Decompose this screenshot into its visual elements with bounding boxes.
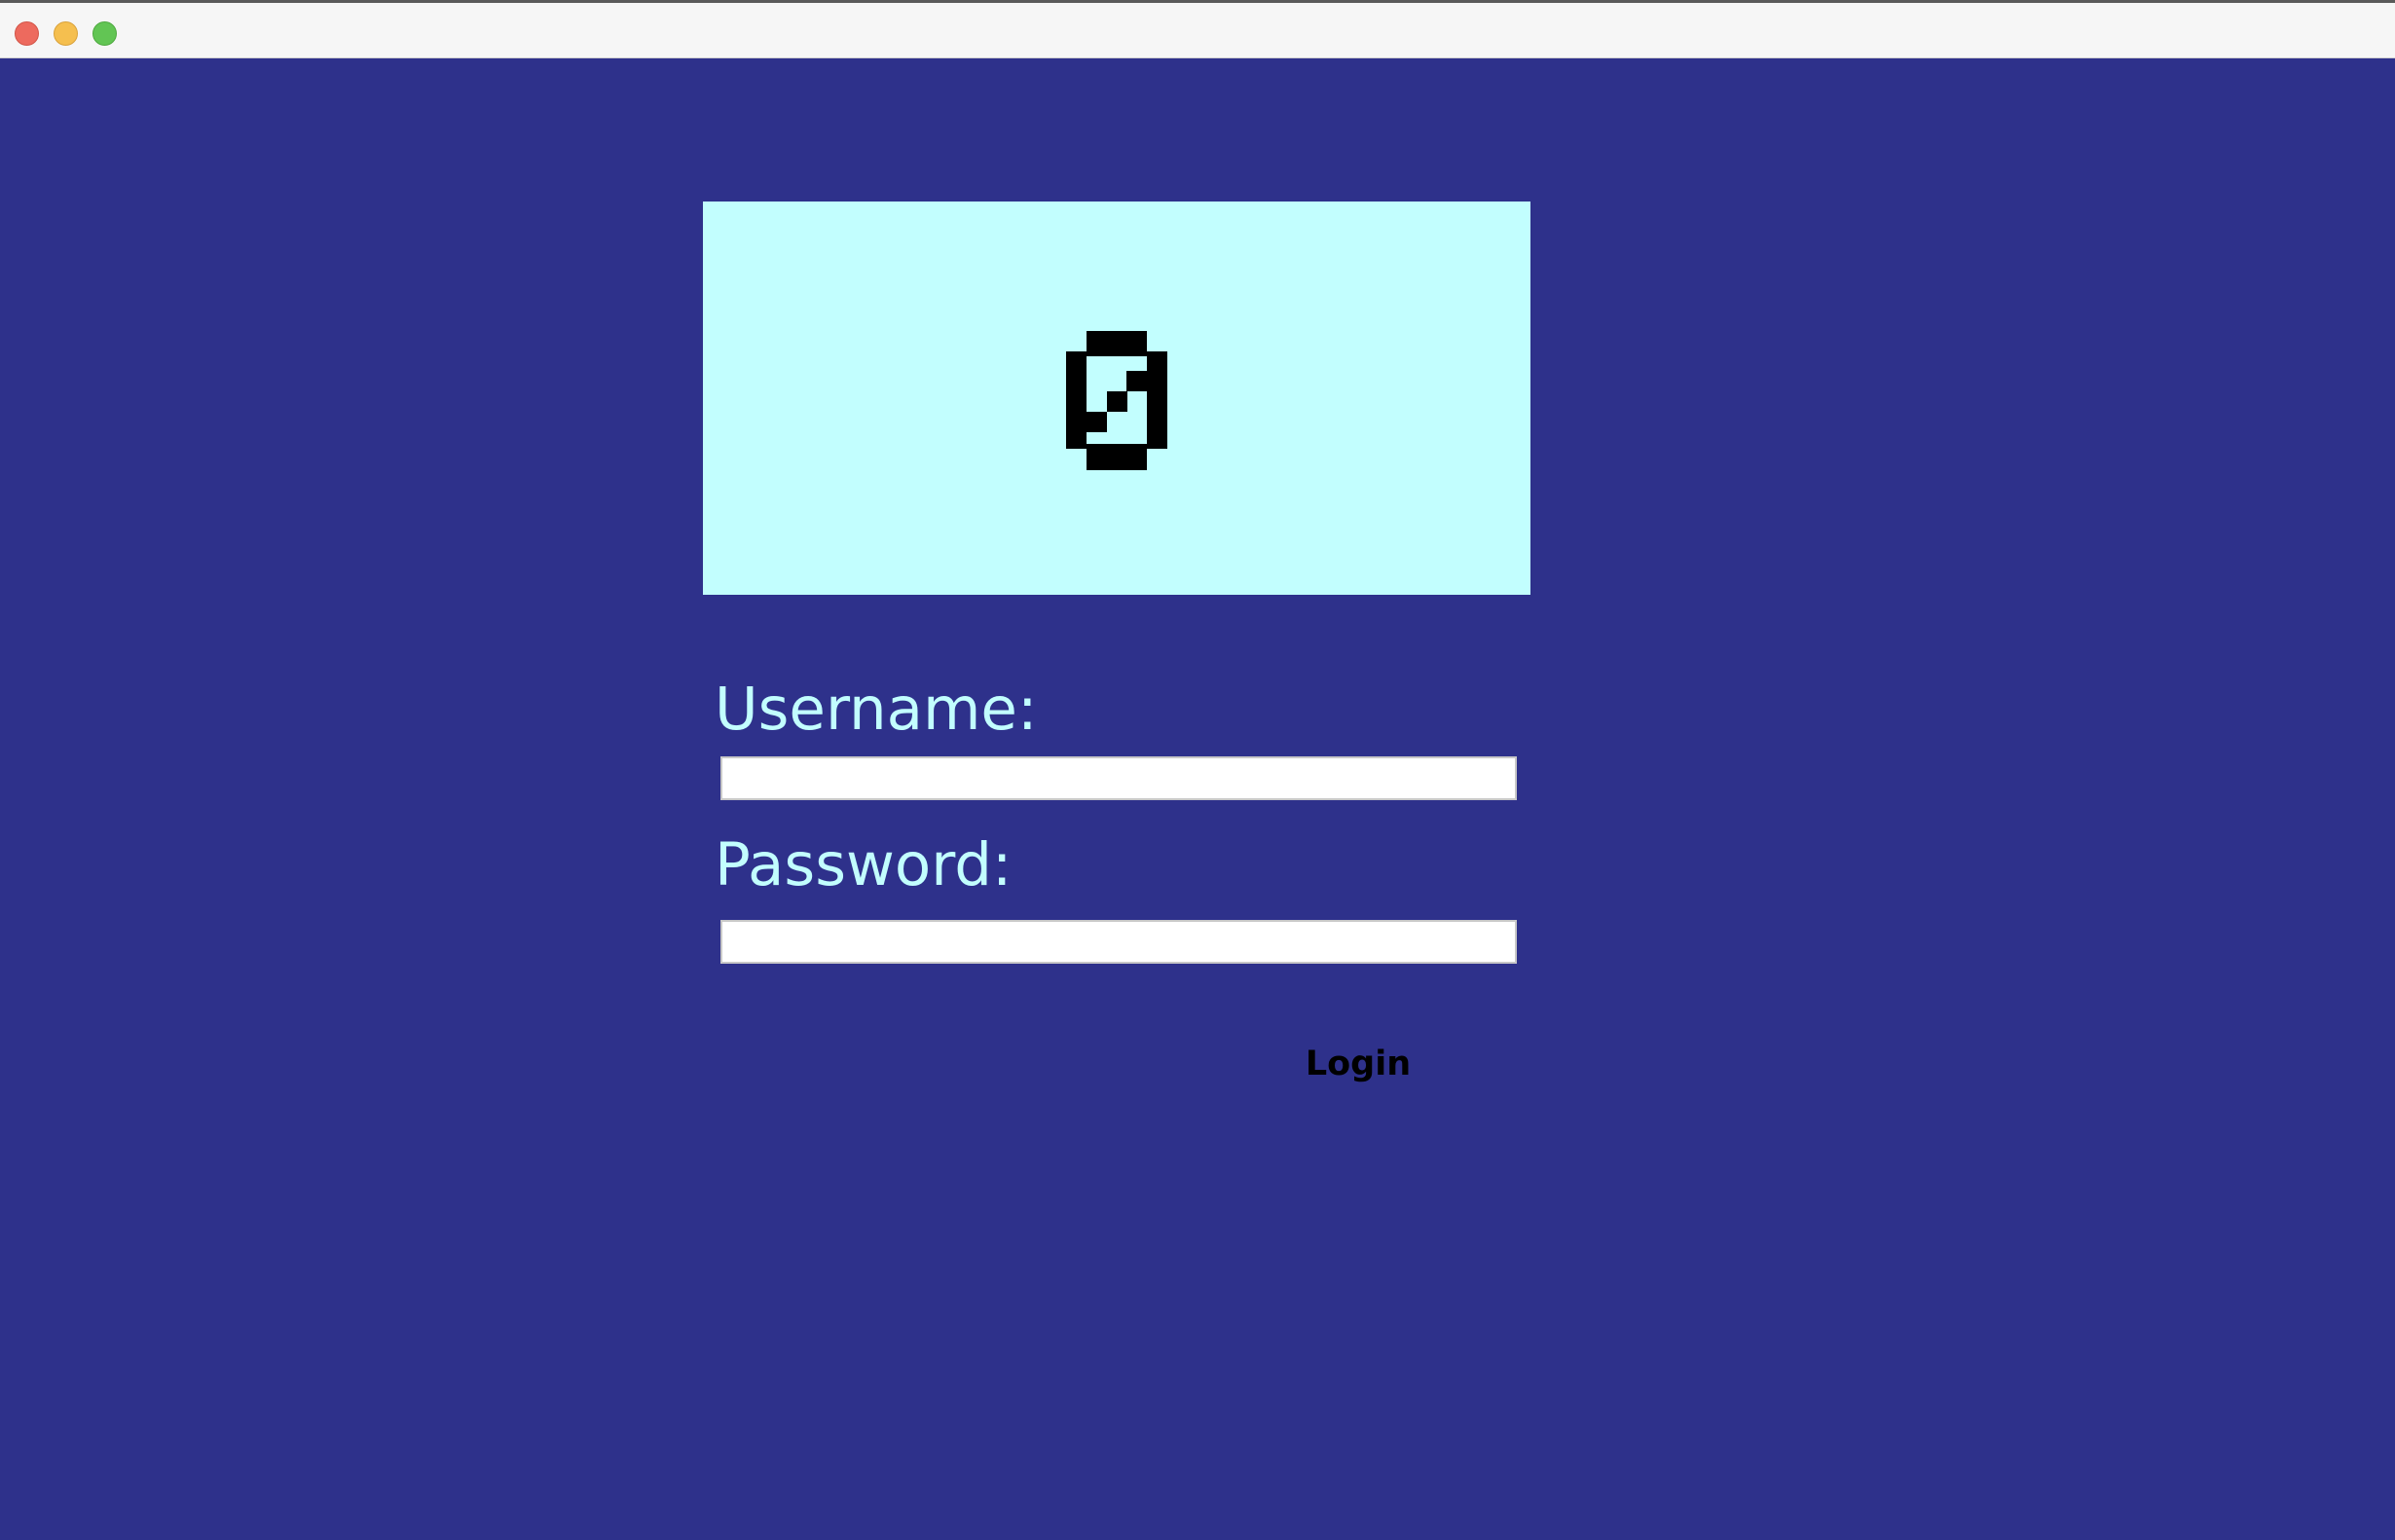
- pixel-lock-icon: [1066, 331, 1167, 470]
- minimize-window-button[interactable]: [54, 21, 78, 46]
- zoom-window-button[interactable]: [92, 21, 117, 46]
- username-label: Username:: [715, 675, 1038, 744]
- logo-panel: [703, 202, 1530, 595]
- username-input[interactable]: [720, 756, 1517, 800]
- title-bar: [0, 0, 2395, 58]
- login-button[interactable]: Login: [1295, 1040, 1421, 1088]
- close-window-button[interactable]: [15, 21, 39, 46]
- password-input[interactable]: [720, 920, 1517, 964]
- password-label: Password:: [715, 830, 1013, 899]
- app-window: Username: Password: Login: [0, 0, 2395, 1540]
